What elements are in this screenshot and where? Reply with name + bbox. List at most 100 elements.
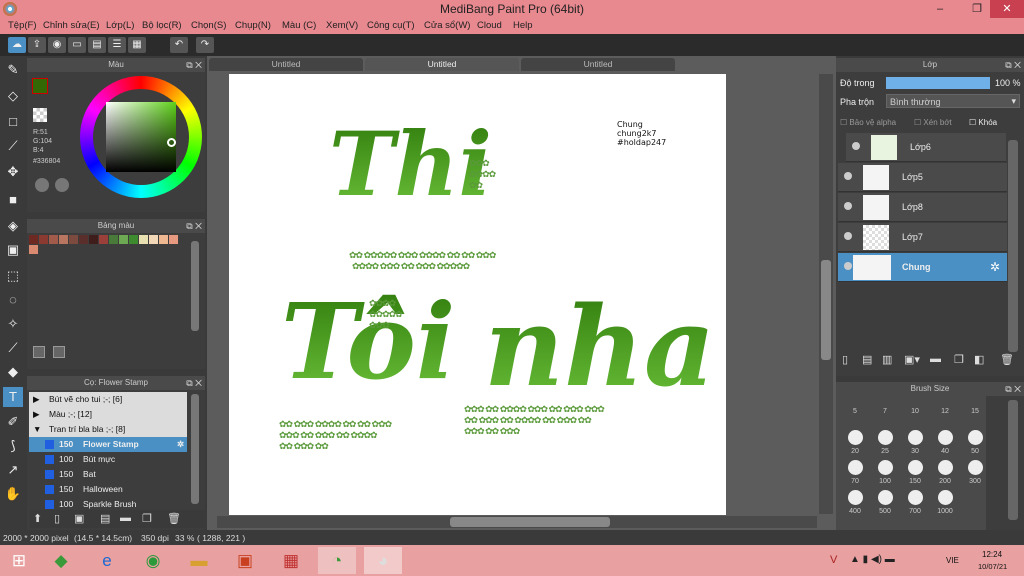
brush-item-row[interactable]: 150 Flower Stamp ✲ <box>29 437 187 452</box>
palette-swatch[interactable] <box>169 235 178 244</box>
magic-wand-icon[interactable]: ✧ <box>3 314 23 334</box>
select-pen-icon[interactable]: ⟋ <box>3 338 23 358</box>
palette-swatch[interactable] <box>59 235 68 244</box>
tray-icons[interactable]: ▲ ▮ ◀) ▬ <box>850 554 895 565</box>
bucket-tool-icon[interactable]: ◈ <box>3 216 23 236</box>
eye-icon[interactable] <box>852 142 860 150</box>
eraser-tool-icon[interactable]: ◇ <box>3 86 23 106</box>
tab-untitled-1[interactable]: Untitled <box>209 58 363 71</box>
gear-icon[interactable]: ✲ <box>990 260 1000 274</box>
eye-icon[interactable] <box>844 172 852 180</box>
palette-swatch[interactable] <box>109 235 118 244</box>
trash-icon[interactable]: 🗑 <box>1000 353 1014 366</box>
palette-swatch[interactable] <box>69 235 78 244</box>
brush-size-option[interactable] <box>907 460 923 475</box>
bluestacks-icon[interactable]: ◆ <box>42 547 80 574</box>
menu-tools[interactable]: Công cụ(T) <box>367 20 415 31</box>
brush-item-row[interactable]: 150 Bat <box>29 467 187 482</box>
add-brush-icon[interactable]: ▣ <box>74 512 84 525</box>
layer-row[interactable]: Lớp8 <box>838 193 1007 222</box>
palette-swatch[interactable] <box>99 235 108 244</box>
palette-swatch[interactable] <box>39 235 48 244</box>
palette-scrollbar[interactable] <box>191 241 199 331</box>
layer-row[interactable]: Lớp7 <box>838 223 1007 252</box>
lock-checkbox[interactable]: ☐ Khóa <box>969 118 997 127</box>
transparent-swatch[interactable] <box>33 108 47 122</box>
hand-tool-icon[interactable]: ✋ <box>3 484 23 504</box>
zoom-tool-icon[interactable]: ↗ <box>3 460 23 480</box>
upload-icon[interactable]: ⬆ <box>33 512 42 525</box>
brush-size-option[interactable] <box>877 460 893 475</box>
brush-group-row[interactable]: ▶ Màu ;-; [12] <box>29 407 187 422</box>
brush-tool-icon[interactable]: ✎ <box>3 60 23 80</box>
brush-size-option[interactable] <box>847 460 863 475</box>
menu-select[interactable]: Chọn(S) <box>191 20 226 31</box>
brush-size-option[interactable] <box>877 490 893 505</box>
menu-window[interactable]: Cửa sổ(W) <box>424 20 470 31</box>
app-icon[interactable]: ▦ <box>272 547 310 574</box>
lasso-tool-icon[interactable]: ◌ <box>3 290 23 310</box>
new-palette-icon[interactable] <box>33 346 45 358</box>
select-eraser-icon[interactable]: ◆ <box>3 362 23 382</box>
palette-swatch[interactable] <box>79 235 88 244</box>
layer-row[interactable]: Lớp6 <box>846 133 1006 162</box>
medibang-icon[interactable]: ◔ <box>318 547 356 574</box>
brush-size-option[interactable] <box>937 490 953 505</box>
brush-size-scrollbar[interactable] <box>1008 400 1018 520</box>
color-picker-handle[interactable] <box>167 138 176 147</box>
palette-swatch[interactable] <box>139 235 148 244</box>
menu-cloud[interactable]: Cloud <box>477 20 502 31</box>
brush-size-option[interactable] <box>967 460 983 475</box>
new-brush-icon[interactable]: ▯ <box>54 512 60 525</box>
eye-icon[interactable] <box>844 202 852 210</box>
brush-item-row[interactable]: 100 Bút mực <box>29 452 187 467</box>
layer-scrollbar[interactable] <box>1008 140 1018 352</box>
palette-swatch[interactable] <box>159 235 168 244</box>
palette-swatch[interactable] <box>29 245 38 254</box>
brush-size-option[interactable] <box>937 430 953 445</box>
drawing-canvas[interactable]: Thi Tôi nha Chung chung2k7 #holdap247 ✿✿… <box>229 74 726 515</box>
palette-swatch[interactable] <box>49 235 58 244</box>
operation-tool-icon[interactable]: ✐ <box>3 412 23 432</box>
opacity-slider[interactable] <box>886 77 990 89</box>
chat-icon[interactable]: ▭ <box>68 37 86 53</box>
panel-close-icon[interactable]: ⧉ ✕ <box>1005 58 1021 72</box>
foreground-color-swatch[interactable] <box>32 78 48 94</box>
move-tool-icon[interactable]: ✥ <box>3 162 23 182</box>
duplicate-layer-icon[interactable]: ❐ <box>954 353 964 366</box>
merge-layer-icon[interactable]: ◧ <box>974 353 984 366</box>
medibang-active-icon[interactable]: ◕ <box>364 547 402 574</box>
palette-swatch[interactable] <box>119 235 128 244</box>
brush-size-option[interactable] <box>907 490 923 505</box>
eye-icon[interactable] <box>844 232 852 240</box>
eyedropper-icon[interactable]: ⟆ <box>3 436 23 456</box>
cloud-icon[interactable]: ☁ <box>8 37 26 53</box>
brush-group-row[interactable]: ▶ Bút vẽ cho tui ;-; [6] <box>29 392 187 407</box>
folder-icon[interactable]: ▬ <box>930 353 941 365</box>
copy-icon[interactable]: ▤ <box>100 512 110 525</box>
palette-swatch[interactable] <box>89 235 98 244</box>
palette-edit-icon[interactable] <box>55 178 69 192</box>
trash-icon[interactable]: 🗑 <box>167 512 181 525</box>
palette-swatch[interactable] <box>29 235 38 244</box>
language-indicator[interactable]: VIE <box>946 556 959 565</box>
gear-icon[interactable]: ✲ <box>177 437 184 452</box>
text-tool-icon[interactable]: T <box>3 387 23 407</box>
brush-size-option[interactable] <box>937 460 953 475</box>
brush-item-row[interactable]: 100 Sparkle Brush <box>29 497 187 509</box>
grid-icon[interactable]: ▦ <box>128 37 146 53</box>
windows-start-icon[interactable]: ⊞ <box>0 547 38 574</box>
close-button[interactable]: ✕ <box>990 0 1024 18</box>
brush-size-option[interactable] <box>877 430 893 445</box>
internet-explorer-icon[interactable]: e <box>88 547 126 574</box>
eye-icon[interactable] <box>844 262 852 270</box>
menu-capture[interactable]: Chụp(N) <box>235 20 271 31</box>
palette-swatch[interactable] <box>149 235 158 244</box>
menu-color[interactable]: Màu (C) <box>282 20 316 31</box>
delete-palette-icon[interactable] <box>53 346 65 358</box>
chrome-icon[interactable]: ◉ <box>134 547 172 574</box>
menu-edit[interactable]: Chỉnh sửa(E) <box>43 20 100 31</box>
menu-filter[interactable]: Bộ lọc(R) <box>142 20 182 31</box>
layer-row[interactable]: Lớp5 <box>838 163 1007 192</box>
panel-close-icon[interactable]: ⧉ ✕ <box>186 219 202 233</box>
